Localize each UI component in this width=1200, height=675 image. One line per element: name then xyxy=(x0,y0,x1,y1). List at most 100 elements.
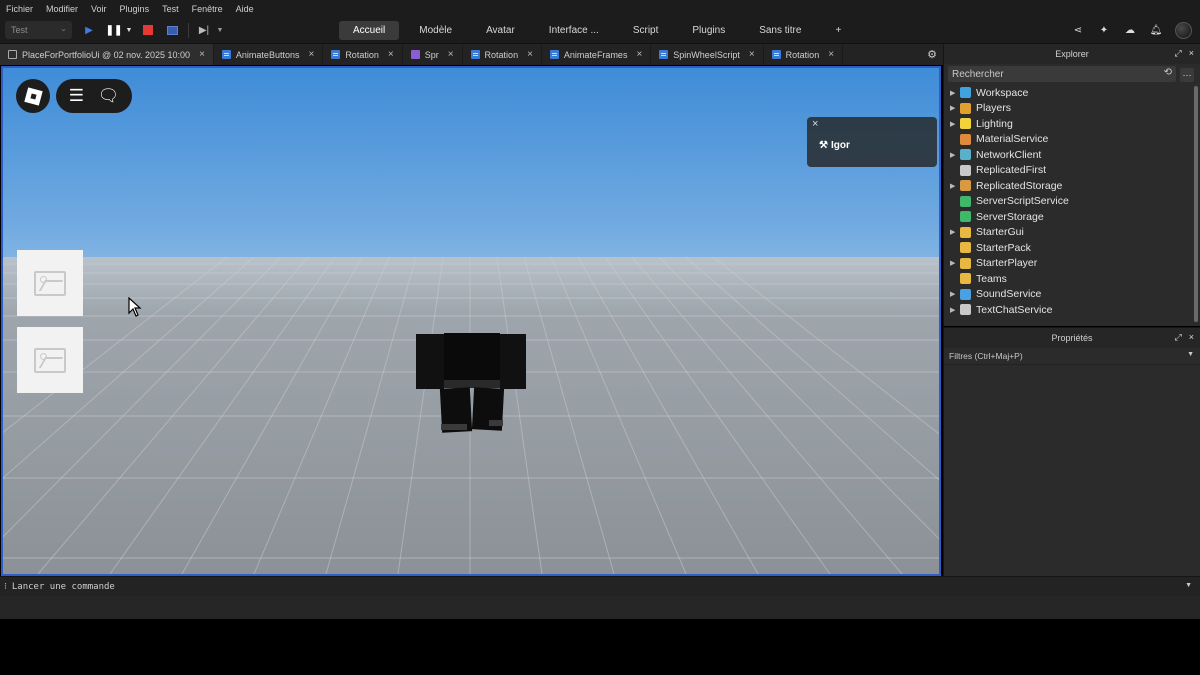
close-icon[interactable]: × xyxy=(527,49,533,60)
expand-arrow-icon[interactable]: ▶ xyxy=(950,89,960,97)
undock-icon[interactable]: ⤢ xyxy=(1175,332,1182,343)
tree-item-soundservice[interactable]: ▶ SoundService xyxy=(944,287,1200,303)
add-tab-button[interactable]: + xyxy=(821,21,855,40)
doc-tab-label: AnimateFrames xyxy=(563,49,628,60)
menu-voir[interactable]: Voir xyxy=(91,4,107,14)
tree-item-starterpack[interactable]: StarterPack xyxy=(944,240,1200,256)
close-icon[interactable]: × xyxy=(308,49,314,60)
tree-item-serverscriptservice[interactable]: ServerScriptService xyxy=(944,194,1200,210)
explorer-tree: ▶ Workspace ▶ Players ▶ Lighting MaterialServi… xyxy=(944,85,1200,318)
hamburger-menu-icon[interactable]: ☰ xyxy=(69,86,84,106)
test-mode-select[interactable]: Test ⌄ xyxy=(5,21,72,39)
close-icon[interactable]: × xyxy=(448,49,454,60)
tab-interface[interactable]: Interface ... xyxy=(535,21,613,40)
close-icon[interactable]: × xyxy=(388,49,394,60)
doc-tab[interactable]: SpinWheelScript × xyxy=(651,44,764,65)
play-options-chevron-icon[interactable]: ▼ xyxy=(122,23,136,37)
tree-item-networkclient[interactable]: ▶ NetworkClient xyxy=(944,147,1200,163)
assistant-sparkle-icon[interactable]: ✦ xyxy=(1097,24,1111,38)
chevron-down-icon[interactable]: ▼ xyxy=(1185,582,1192,589)
menu-fichier[interactable]: Fichier xyxy=(6,4,33,14)
history-icon[interactable]: ⟲ xyxy=(1164,67,1172,78)
tab-plugins[interactable]: Plugins xyxy=(678,21,739,40)
service-icon xyxy=(960,149,971,161)
tab-sans-titre[interactable]: Sans titre xyxy=(745,21,815,40)
doc-tab[interactable]: Rotation × xyxy=(764,44,844,65)
toolbar-right: ⋖ ✦ ☁ 🔔︎ xyxy=(1071,22,1192,39)
notification-bell-icon[interactable]: 🔔︎ xyxy=(1149,24,1163,38)
menu-aide[interactable]: Aide xyxy=(236,4,254,14)
tree-item-starterplayer[interactable]: ▶ StarterPlayer xyxy=(944,256,1200,272)
close-icon[interactable]: × xyxy=(828,49,834,60)
player-list-entry[interactable]: ⚒ Igor xyxy=(819,140,850,151)
expand-arrow-icon[interactable]: ▶ xyxy=(950,151,960,159)
menu-plugins[interactable]: Plugins xyxy=(120,4,150,14)
doc-tab-label: Rotation xyxy=(484,49,519,60)
tree-item-lighting[interactable]: ▶ Lighting xyxy=(944,116,1200,132)
expand-arrow-icon[interactable]: ▶ xyxy=(950,182,960,190)
expand-arrow-icon[interactable]: ▶ xyxy=(950,104,960,112)
doc-tab[interactable]: Rotation × xyxy=(323,44,403,65)
more-options-icon[interactable]: ⋯ xyxy=(1180,68,1194,82)
gear-icon[interactable]: ⚙ xyxy=(927,48,937,61)
step-icon[interactable]: ▶| xyxy=(197,23,211,37)
expand-arrow-icon[interactable]: ▶ xyxy=(950,120,960,128)
menu-test[interactable]: Test xyxy=(162,4,179,14)
pause-icon[interactable]: ❚❚ xyxy=(106,23,123,37)
undock-icon[interactable]: ⤢ xyxy=(1175,48,1182,59)
image-button[interactable] xyxy=(17,250,83,316)
properties-filter-input[interactable]: Filtres (Ctrl+Maj+P) ▼ xyxy=(944,348,1200,365)
tree-item-players[interactable]: ▶ Players xyxy=(944,101,1200,117)
share-icon[interactable]: ⋖ xyxy=(1071,24,1085,38)
doc-tab[interactable]: Rotation × xyxy=(463,44,542,65)
doc-tab[interactable]: AnimateButtons × xyxy=(214,44,324,65)
image-button[interactable] xyxy=(17,327,83,393)
tree-item-textchatservice[interactable]: ▶ TextChatService xyxy=(944,302,1200,318)
doc-tab[interactable]: PlaceForPortfolioUi @ 02 nov. 2025 10:00… xyxy=(0,44,214,65)
tab-modele[interactable]: Modèle xyxy=(405,21,466,40)
menu-modifier[interactable]: Modifier xyxy=(46,4,78,14)
script-icon xyxy=(470,50,480,59)
expand-arrow-icon[interactable]: ▶ xyxy=(950,306,960,314)
properties-panel: Propriétés ⤢ × Filtres (Ctrl+Maj+P) ▼ xyxy=(943,327,1200,576)
close-icon[interactable]: × xyxy=(636,49,642,60)
step-chevron-icon[interactable]: ▼ xyxy=(213,23,227,37)
tree-item-label: TextChatService xyxy=(976,303,1053,316)
chevron-down-icon: ⌄ xyxy=(60,24,67,33)
tree-item-startergui[interactable]: ▶ StarterGui xyxy=(944,225,1200,241)
stop-button[interactable] xyxy=(141,23,155,37)
tree-item-replicatedstorage[interactable]: ▶ ReplicatedStorage xyxy=(944,178,1200,194)
expand-arrow-icon[interactable]: ▶ xyxy=(950,259,960,267)
tree-item-label: ReplicatedStorage xyxy=(976,179,1063,192)
tab-avatar[interactable]: Avatar xyxy=(472,21,529,40)
close-icon[interactable]: × xyxy=(1189,48,1194,59)
tree-item-materialservice[interactable]: MaterialService xyxy=(944,132,1200,148)
explorer-scrollbar[interactable] xyxy=(1194,86,1198,322)
game-viewport[interactable]: ☰ 🗨︎ × ⚒ Igor xyxy=(1,66,941,576)
tree-item-replicatedfirst[interactable]: ReplicatedFirst xyxy=(944,163,1200,179)
menu-fenetre[interactable]: Fenêtre xyxy=(192,4,223,14)
expand-arrow-icon[interactable]: ▶ xyxy=(950,228,960,236)
client-server-icon[interactable] xyxy=(165,23,179,37)
play-icon[interactable]: ▶ xyxy=(82,23,96,37)
tree-item-label: StarterPlayer xyxy=(976,257,1038,270)
tree-item-serverstorage[interactable]: ServerStorage xyxy=(944,209,1200,225)
cloud-icon[interactable]: ☁ xyxy=(1123,24,1137,38)
close-icon[interactable]: × xyxy=(199,49,205,60)
tree-item-teams[interactable]: Teams xyxy=(944,271,1200,287)
close-icon[interactable]: × xyxy=(749,49,755,60)
explorer-search-input[interactable]: Rechercher ⟲ xyxy=(948,66,1176,82)
chevron-down-icon[interactable]: ▼ xyxy=(1187,351,1194,358)
doc-tab[interactable]: AnimateFrames × xyxy=(542,44,652,65)
tree-item-workspace[interactable]: ▶ Workspace xyxy=(944,85,1200,101)
tab-accueil[interactable]: Accueil xyxy=(339,21,400,40)
tab-script[interactable]: Script xyxy=(619,21,673,40)
close-icon[interactable]: × xyxy=(1189,332,1194,343)
close-icon[interactable]: × xyxy=(812,118,818,130)
roblox-menu-button[interactable] xyxy=(16,79,50,113)
avatar[interactable] xyxy=(1175,22,1192,39)
chat-icon[interactable]: 🗨︎ xyxy=(98,86,120,106)
doc-tab[interactable]: Spr × xyxy=(403,44,463,65)
expand-arrow-icon[interactable]: ▶ xyxy=(950,290,960,298)
command-bar[interactable]: ⁝ Lancer une commande ▼ xyxy=(0,576,1200,596)
